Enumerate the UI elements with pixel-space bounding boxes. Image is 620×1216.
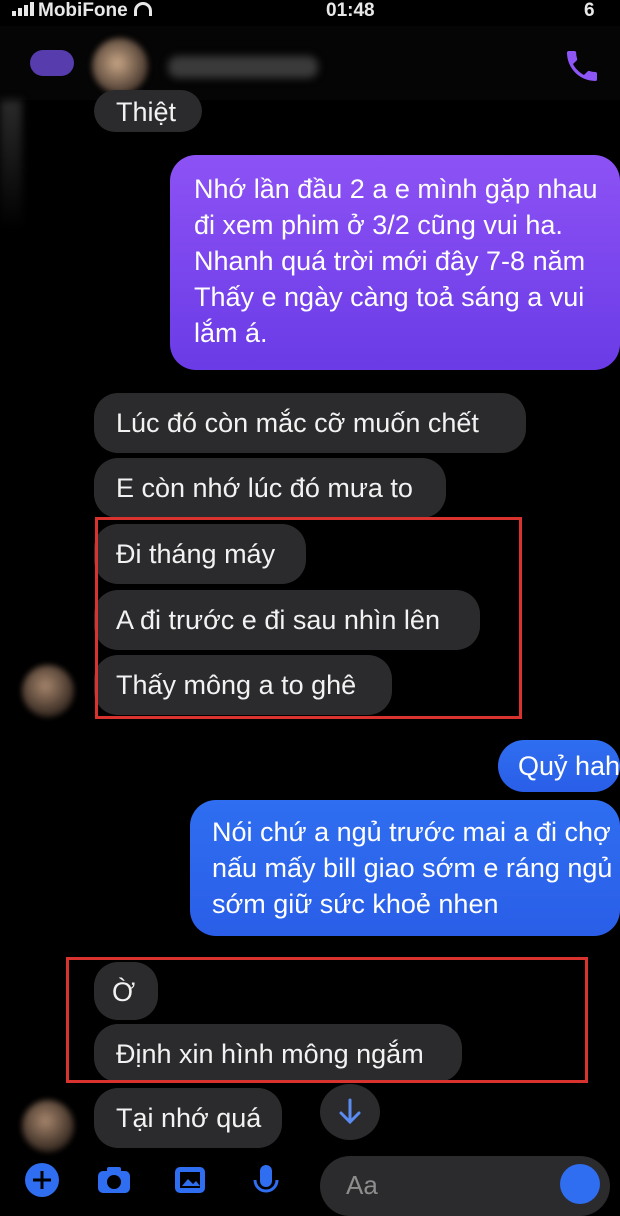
message-bubble-incoming[interactable]: E còn nhớ lúc đó mưa to	[94, 458, 446, 518]
highlight-box	[95, 517, 522, 719]
composer-bar: Aa	[0, 1150, 620, 1216]
gallery-icon[interactable]	[172, 1162, 208, 1198]
message-bubble-outgoing[interactable]: Nhớ lần đầu 2 a e mình gặp nhau đi xem p…	[170, 155, 620, 370]
message-bubble-outgoing[interactable]: Quỷ hah	[498, 740, 620, 792]
camera-icon[interactable]	[96, 1162, 132, 1198]
highlight-box	[66, 957, 588, 1083]
message-bubble-outgoing[interactable]: Nói chứ a ngủ trước mai a đi chợ nấu mấy…	[190, 800, 620, 936]
scroll-to-bottom-button[interactable]	[320, 1084, 380, 1140]
sender-avatar[interactable]	[22, 1100, 74, 1152]
message-thread: Thiệt Nhớ lần đầu 2 a e mình gặp nhau đi…	[0, 0, 620, 1211]
message-bubble-incoming[interactable]: Lúc đó còn mắc cỡ muốn chết	[94, 393, 526, 453]
message-bubble-incoming[interactable]: Tại nhớ quá	[94, 1088, 282, 1148]
emoji-icon[interactable]	[560, 1164, 600, 1204]
mic-icon[interactable]	[248, 1162, 284, 1198]
message-input-placeholder: Aa	[346, 1170, 378, 1200]
plus-icon[interactable]	[24, 1162, 60, 1198]
sender-avatar[interactable]	[22, 665, 74, 717]
arrow-down-icon	[339, 1098, 361, 1125]
message-bubble-incoming[interactable]: Thiệt	[94, 90, 202, 132]
